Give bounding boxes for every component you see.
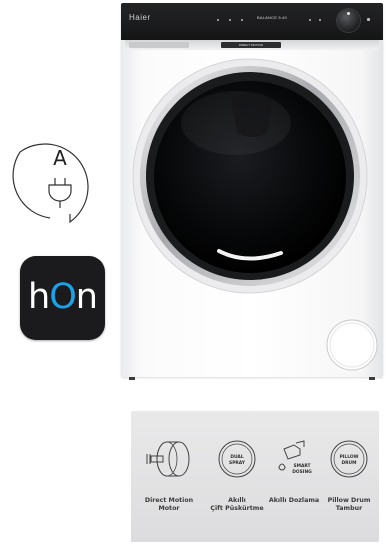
drum-paddle xyxy=(231,93,273,137)
hon-app-logo: hOn xyxy=(20,277,105,317)
feature-label-line1: Akıllı Dozlama xyxy=(268,497,320,504)
pillow-drum-icon: PILLOW DRUM xyxy=(330,440,368,478)
feature-label-line2: Motor xyxy=(158,505,180,512)
feature-label-line2: Tambur xyxy=(335,505,363,512)
washer-door[interactable] xyxy=(121,3,383,377)
hon-logo-o: O xyxy=(49,277,77,317)
pillow-drum-badge-line1: PILLOW xyxy=(340,454,359,460)
filter-cover[interactable] xyxy=(326,319,378,371)
features-card: Direct Motion Motor DUAL SPRAY Akıllı Çi… xyxy=(131,411,379,542)
feature-label-line2: Çift Püskürtme xyxy=(210,505,264,512)
hon-logo-h: h xyxy=(28,277,50,317)
hon-logo-n: n xyxy=(75,277,98,317)
energy-class-badge: A xyxy=(10,134,102,224)
feature-label-line1: Akıllı xyxy=(228,497,246,504)
feature-pillow-drum: PILLOW DRUM Pillow Drum Tambur xyxy=(321,439,377,512)
feature-dual-spray: DUAL SPRAY Akıllı Çift Püskürtme xyxy=(209,439,265,512)
feature-label: Pillow Drum Tambur xyxy=(321,497,377,513)
energy-class-letter: A xyxy=(53,146,67,170)
dual-spray-icon: DUAL SPRAY xyxy=(218,440,256,478)
feature-label-line1: Pillow Drum xyxy=(327,497,371,504)
dual-spray-badge-line1: DUAL xyxy=(230,454,243,460)
feature-direct-motion: Direct Motion Motor xyxy=(141,439,197,512)
pillow-drum-badge-line2: DRUM xyxy=(342,460,357,466)
motor-icon xyxy=(146,441,190,477)
power-plug-icon xyxy=(48,178,72,208)
smart-dosing-badge-line1: SMART xyxy=(293,463,310,469)
washing-machine: Haier BALANCE 5:40 DIRECT MOTION xyxy=(121,3,383,380)
feature-label: Akıllı Çift Püskürtme xyxy=(209,497,265,513)
feature-smart-dosing: SMART DOSING Akıllı Dozlama xyxy=(266,439,322,504)
feature-label-line1: Direct Motion xyxy=(144,497,194,504)
feature-label: Direct Motion Motor xyxy=(141,497,197,513)
washer-foot xyxy=(369,377,375,380)
washer-foot xyxy=(129,377,135,380)
feature-label: Akıllı Dozlama xyxy=(266,497,322,505)
hon-app-icon: hOn xyxy=(20,256,105,340)
smart-dosing-badge-line2: DOSING xyxy=(292,469,312,475)
smart-dosing-icon: SMART DOSING xyxy=(278,440,312,475)
dual-spray-badge-line2: SPRAY xyxy=(229,460,246,466)
